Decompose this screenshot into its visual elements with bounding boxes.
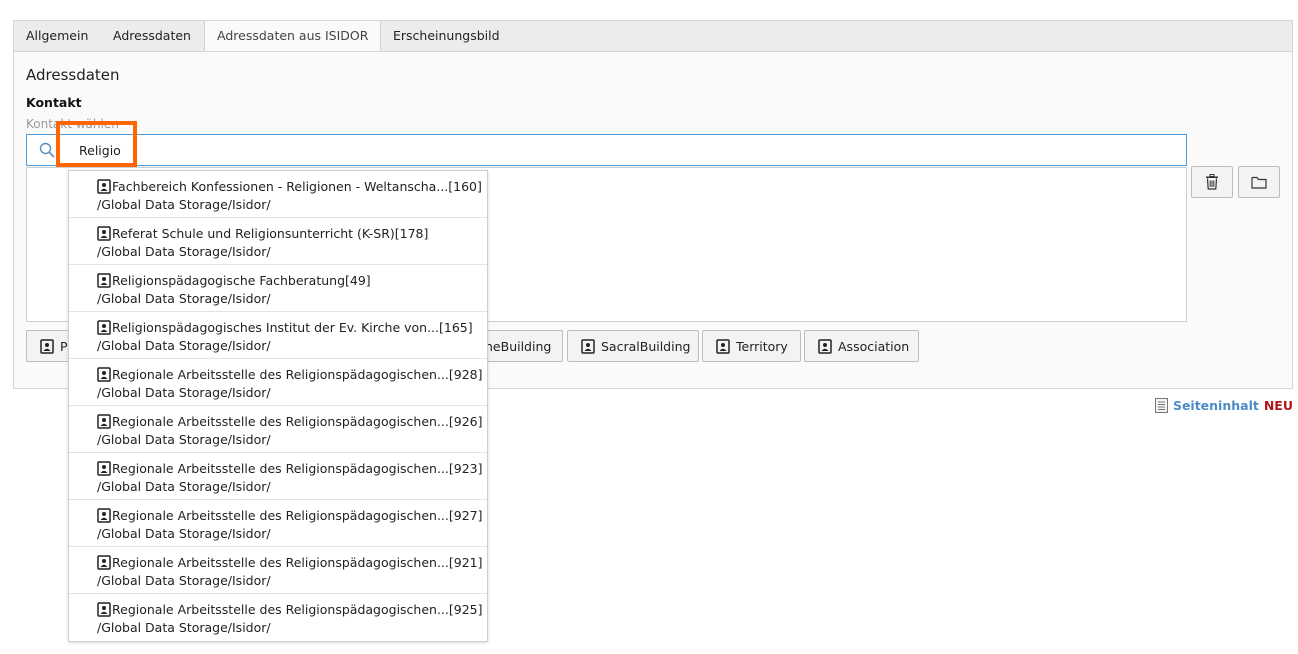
tab-allgemein[interactable]: Allgemein xyxy=(14,21,100,52)
contact-card-icon xyxy=(97,226,111,241)
type-button-sacralbuilding[interactable]: SacralBuilding xyxy=(567,330,699,362)
dropdown-item-title: Regionale Arbeitsstelle des Religionspäd… xyxy=(112,414,483,429)
dropdown-item-title: Referat Schule und Religionsunterricht (… xyxy=(112,226,429,241)
dropdown-item-path: /Global Data Storage/Isidor/ xyxy=(97,244,271,259)
search-field xyxy=(26,134,1187,166)
dropdown-item-title-row: Regionale Arbeitsstelle des Religionspäd… xyxy=(97,601,483,618)
dropdown-item-title-row: Regionale Arbeitsstelle des Religionspäd… xyxy=(97,460,483,477)
dropdown-item-path: /Global Data Storage/Isidor/ xyxy=(97,620,271,635)
dropdown-item[interactable]: Fachbereich Konfessionen - Religionen - … xyxy=(69,171,487,218)
dropdown-item-title-row: Fachbereich Konfessionen - Religionen - … xyxy=(97,178,482,195)
contact-card-icon xyxy=(97,602,111,617)
dropdown-item-title-row: Referat Schule und Religionsunterricht (… xyxy=(97,225,477,242)
autocomplete-dropdown: Fachbereich Konfessionen - Religionen - … xyxy=(68,170,488,642)
section-title: Adressdaten xyxy=(26,66,120,84)
type-button-label: Association xyxy=(838,338,910,354)
type-button-territory[interactable]: Territory xyxy=(702,330,801,362)
type-button-label: neBuilding xyxy=(485,338,552,354)
type-button-label: Territory xyxy=(736,338,788,354)
dropdown-item[interactable]: Regionale Arbeitsstelle des Religionspäd… xyxy=(69,406,487,453)
type-button-label: P xyxy=(60,338,68,354)
field-sublabel: Kontakt wählen xyxy=(26,117,119,131)
dropdown-item-path: /Global Data Storage/Isidor/ xyxy=(97,338,271,353)
type-button-label: SacralBuilding xyxy=(601,338,691,354)
contact-card-icon xyxy=(581,338,595,354)
tab-bar: Allgemein Adressdaten Adressdaten aus IS… xyxy=(13,20,1293,53)
contact-card-icon xyxy=(716,338,730,354)
dropdown-item[interactable]: Regionale Arbeitsstelle des Religionspäd… xyxy=(69,359,487,406)
dropdown-item-path: /Global Data Storage/Isidor/ xyxy=(97,573,271,588)
type-button-p[interactable]: P xyxy=(26,330,72,362)
contact-card-icon xyxy=(818,338,832,354)
dropdown-item-title-row: Regionale Arbeitsstelle des Religionspäd… xyxy=(97,507,483,524)
contact-card-icon xyxy=(97,367,111,382)
contact-card-icon xyxy=(97,273,111,288)
contact-card-icon xyxy=(97,179,111,194)
dropdown-item-title-row: Regionale Arbeitsstelle des Religionspäd… xyxy=(97,413,483,430)
contact-card-icon xyxy=(40,338,54,354)
dropdown-item-path: /Global Data Storage/Isidor/ xyxy=(97,479,271,494)
type-button-association[interactable]: Association xyxy=(804,330,919,362)
contact-card-icon xyxy=(97,508,111,523)
dropdown-item-title: Regionale Arbeitsstelle des Religionspäd… xyxy=(112,602,483,617)
dropdown-item[interactable]: Referat Schule und Religionsunterricht (… xyxy=(69,218,487,265)
search-input[interactable] xyxy=(67,135,1177,165)
delete-button[interactable] xyxy=(1191,166,1233,198)
folder-icon xyxy=(1251,176,1267,189)
dropdown-item-title: Religionspädagogische Fachberatung[49] xyxy=(112,273,371,288)
contact-card-icon xyxy=(97,320,111,335)
new-content-link-label[interactable]: Seiteninhalt xyxy=(1173,398,1259,413)
search-icon xyxy=(27,135,67,165)
dropdown-item-path: /Global Data Storage/Isidor/ xyxy=(97,432,271,447)
dropdown-item[interactable]: Regionale Arbeitsstelle des Religionspäd… xyxy=(69,547,487,594)
dropdown-item-path: /Global Data Storage/Isidor/ xyxy=(97,385,271,400)
trash-icon xyxy=(1206,174,1218,190)
dropdown-item-title-row: Regionale Arbeitsstelle des Religionspäd… xyxy=(97,366,483,383)
dropdown-item-title: Regionale Arbeitsstelle des Religionspäd… xyxy=(112,508,483,523)
dropdown-item-title: Regionale Arbeitsstelle des Religionspäd… xyxy=(112,461,483,476)
dropdown-item-title-row: Religionspädagogische Fachberatung[49] xyxy=(97,272,477,289)
dropdown-item-title-row: Religionspädagogisches Institut der Ev. … xyxy=(97,319,477,336)
browse-folder-button[interactable] xyxy=(1238,166,1280,198)
dropdown-item-title: Regionale Arbeitsstelle des Religionspäd… xyxy=(112,555,483,570)
dropdown-item[interactable]: Regionale Arbeitsstelle des Religionspäd… xyxy=(69,594,487,641)
contact-card-icon xyxy=(97,555,111,570)
tab-erscheinungsbild[interactable]: Erscheinungsbild xyxy=(381,21,512,52)
field-label: Kontakt xyxy=(26,95,82,110)
dropdown-item-title: Religionspädagogisches Institut der Ev. … xyxy=(112,320,473,335)
dropdown-item-title: Fachbereich Konfessionen - Religionen - … xyxy=(112,179,482,194)
dropdown-item-path: /Global Data Storage/Isidor/ xyxy=(97,291,271,306)
document-icon xyxy=(1154,398,1168,413)
contact-card-icon xyxy=(97,414,111,429)
new-badge: NEU xyxy=(1263,398,1293,413)
contact-card-icon xyxy=(97,461,111,476)
dropdown-item[interactable]: Regionale Arbeitsstelle des Religionspäd… xyxy=(69,453,487,500)
dropdown-item[interactable]: Religionspädagogisches Institut der Ev. … xyxy=(69,312,487,359)
dropdown-item-path: /Global Data Storage/Isidor/ xyxy=(97,526,271,541)
dropdown-item[interactable]: Religionspädagogische Fachberatung[49] /G… xyxy=(69,265,487,312)
tab-adressdaten-isidor[interactable]: Adressdaten aus ISIDOR xyxy=(204,21,382,53)
dropdown-item[interactable]: Regionale Arbeitsstelle des Religionspäd… xyxy=(69,500,487,547)
tab-adressdaten[interactable]: Adressdaten xyxy=(101,21,203,52)
new-content-link[interactable]: Seiteninhalt NEU xyxy=(1154,398,1293,413)
dropdown-item-title: Regionale Arbeitsstelle des Religionspäd… xyxy=(112,367,483,382)
dropdown-item-title-row: Regionale Arbeitsstelle des Religionspäd… xyxy=(97,554,483,571)
dropdown-item-path: /Global Data Storage/Isidor/ xyxy=(97,197,271,212)
